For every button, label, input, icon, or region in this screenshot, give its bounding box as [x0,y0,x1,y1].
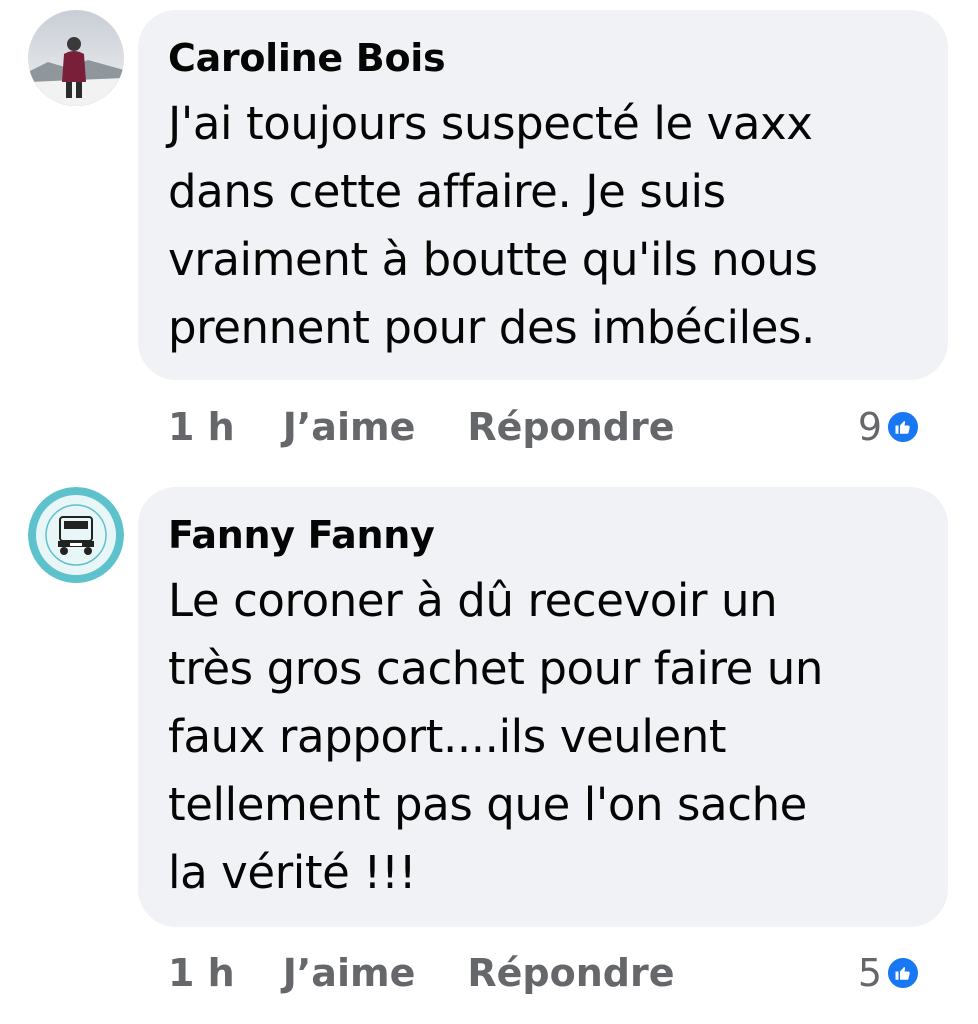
like-button[interactable]: J’aime [283,405,416,449]
thumbs-up-icon [886,410,920,444]
truck-badge-avatar-icon [28,487,124,583]
comment-author[interactable]: Fanny Fanny [168,511,918,559]
like-button[interactable]: J’aime [283,951,416,995]
comment-text: Le coroner à dû recevoir un très gros ca… [168,574,824,899]
reaction-count-value: 9 [857,405,882,449]
reply-button[interactable]: Répondre [467,951,674,995]
person-photo-avatar-icon [28,10,124,106]
avatar[interactable] [28,10,124,106]
comment-bubble: Caroline Bois J'ai toujours suspecté le … [138,10,948,380]
comment-author[interactable]: Caroline Bois [168,34,918,82]
avatar[interactable] [28,487,124,583]
thumbs-up-icon [886,956,920,990]
comment-time[interactable]: 1 h [168,405,235,449]
reaction-count[interactable]: 5 [858,951,920,995]
comment-text: J'ai toujours suspecté le vaxx dans cett… [168,97,818,354]
comment-bubble: Fanny Fanny Le coroner à dû recevoir un … [138,487,948,927]
reaction-count-value: 5 [857,951,882,995]
reply-button[interactable]: Répondre [467,405,674,449]
comments-thread: Caroline Bois J'ai toujours suspecté le … [0,0,978,1024]
comment-actions: 1 h J’aime Répondre 5 [168,948,950,998]
comment-time[interactable]: 1 h [168,951,235,995]
reaction-count[interactable]: 9 [858,405,920,449]
comment-actions: 1 h J’aime Répondre 9 [168,402,950,452]
